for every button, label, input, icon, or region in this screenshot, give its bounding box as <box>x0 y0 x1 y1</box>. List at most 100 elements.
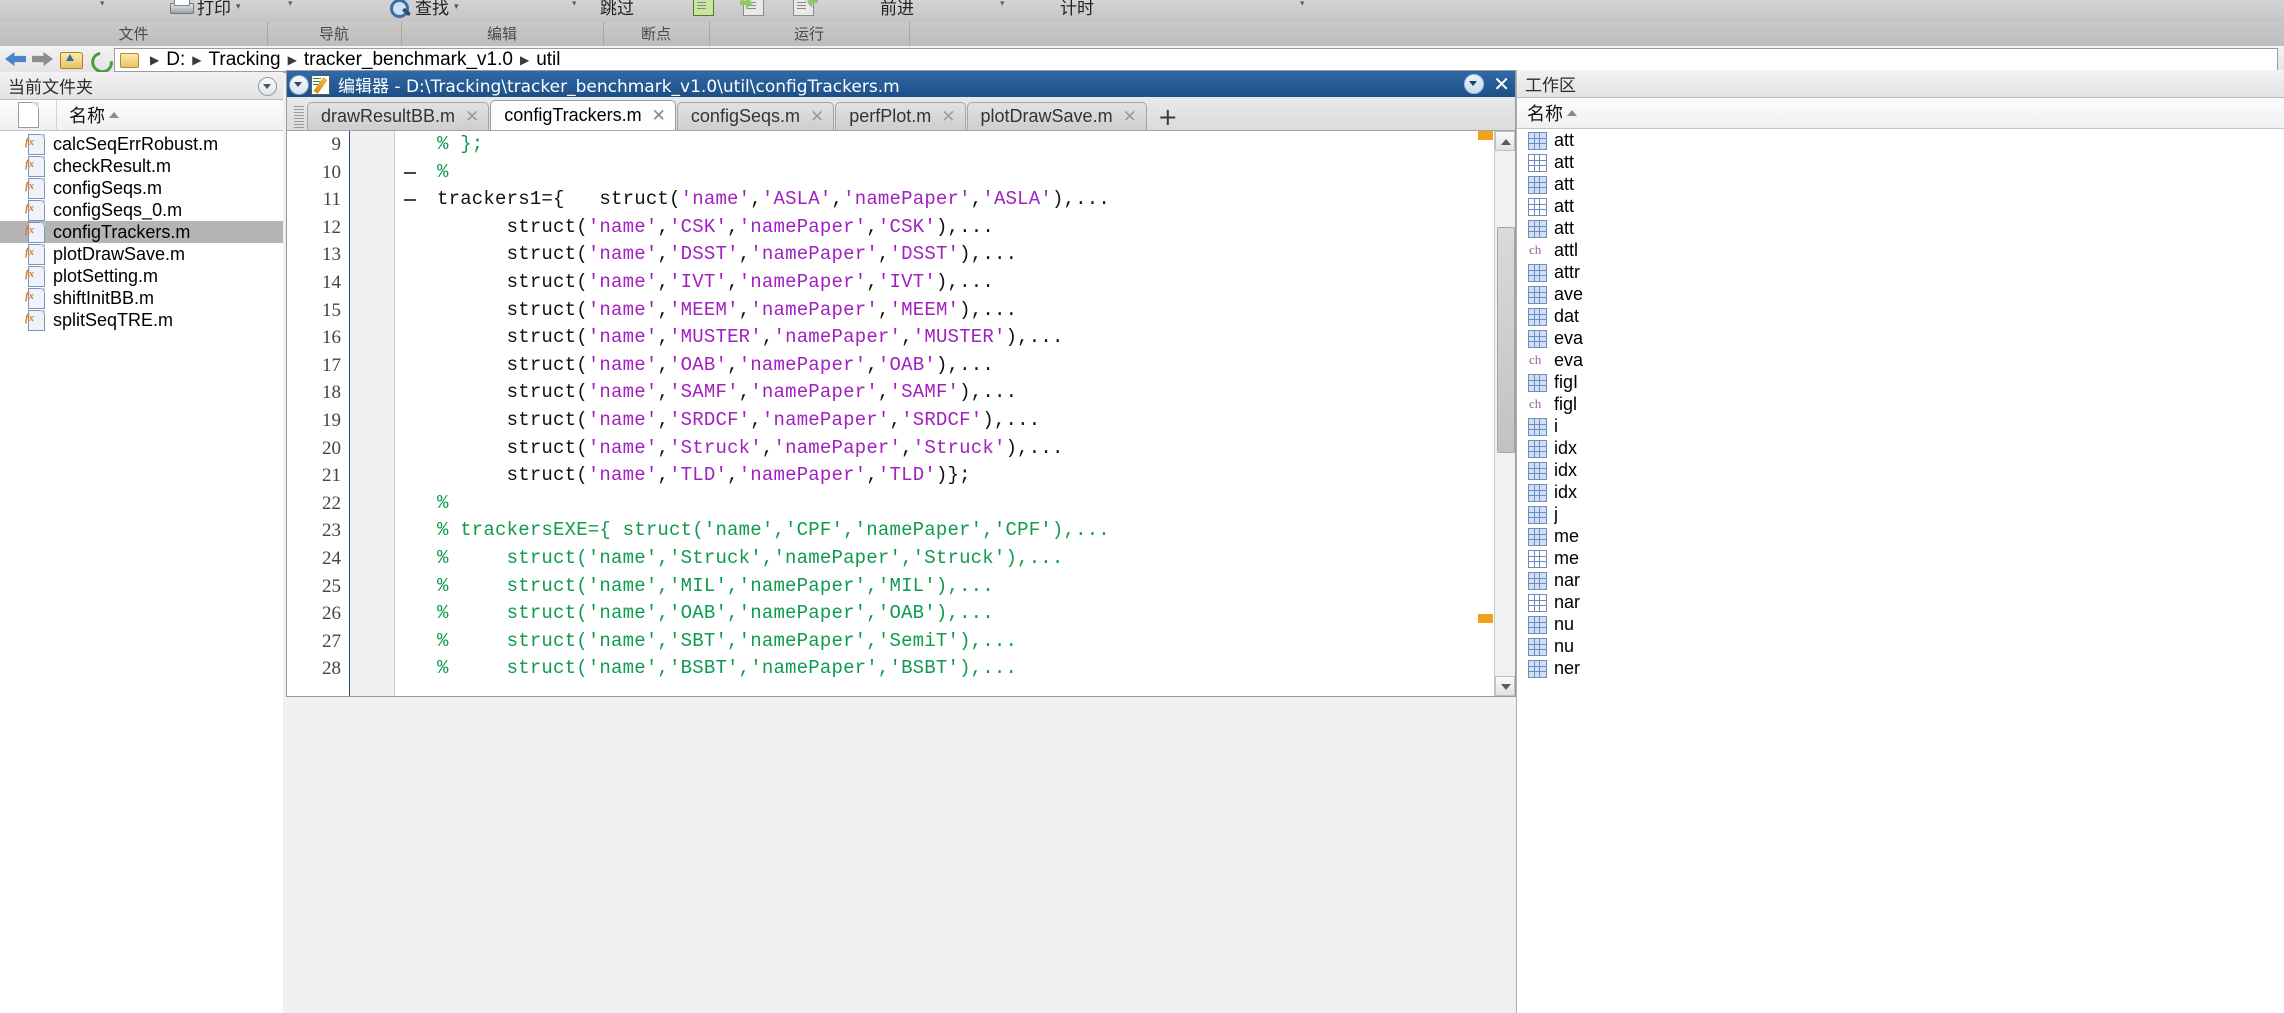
code-token: 'IVT' <box>877 270 936 293</box>
workspace-variable-row[interactable]: dat <box>1517 305 2284 327</box>
ribbon-group-breakpoints[interactable]: 断点 <box>603 22 710 46</box>
close-icon[interactable]: ✕ <box>1123 107 1137 127</box>
workspace-variable-row[interactable]: j <box>1517 503 2284 525</box>
scrollbar-thumb[interactable] <box>1497 227 1515 453</box>
close-icon[interactable]: ✕ <box>941 107 955 127</box>
workspace-variable-row[interactable]: att <box>1517 195 2284 217</box>
file-list-item[interactable]: fx plotDrawSave.m <box>0 243 283 265</box>
workspace-variable-row[interactable]: eva <box>1517 327 2284 349</box>
workspace-variable-row[interactable]: att <box>1517 217 2284 239</box>
workspace-variable-row[interactable]: i <box>1517 415 2284 437</box>
workspace-variable-name: att <box>1554 151 1575 172</box>
breadcrumb-item-util[interactable]: util <box>536 49 560 71</box>
workspace-variable-row[interactable]: nar <box>1517 569 2284 591</box>
breadcrumb-item-benchmark[interactable]: tracker_benchmark_v1.0 <box>304 49 513 71</box>
name-column-header[interactable]: 名称 <box>57 102 119 128</box>
code-fold-column[interactable] <box>350 131 395 696</box>
file-list-item[interactable]: fx splitSeqTRE.m <box>0 309 283 331</box>
line-number: 15 <box>322 299 341 321</box>
chevron-down-icon[interactable]: ▾ <box>454 1 459 12</box>
workspace-variable-row[interactable]: nu <box>1517 613 2284 635</box>
workspace-variable-row[interactable]: nar <box>1517 591 2284 613</box>
file-list-item[interactable]: fx checkResult.m <box>0 155 283 177</box>
chevron-down-icon[interactable]: ▾ <box>288 0 293 9</box>
cell-variable-icon <box>1527 549 1547 568</box>
workspace-variable-row[interactable]: ch attl <box>1517 239 2284 261</box>
chevron-down-icon[interactable]: ▾ <box>1000 0 1005 9</box>
workspace-header: 工作区 <box>1517 70 2284 98</box>
workspace-variable-row[interactable]: att <box>1517 129 2284 151</box>
forward-run-button[interactable]: 前进 <box>880 0 914 19</box>
ribbon-group-run[interactable]: 运行 <box>709 22 910 46</box>
workspace-variable-name: nar <box>1554 591 1581 612</box>
panel-options-icon[interactable] <box>258 77 277 96</box>
workspace-variable-row[interactable]: att <box>1517 151 2284 173</box>
breadcrumb[interactable]: ▶ D: ▶ Tracking ▶ tracker_benchmark_v1.0… <box>114 48 2278 72</box>
workspace-variable-row[interactable]: nu <box>1517 635 2284 657</box>
editor-tab[interactable]: plotDrawSave.m ✕ <box>966 102 1147 130</box>
back-button[interactable] <box>4 48 28 70</box>
close-icon[interactable]: ✕ <box>652 106 666 126</box>
indent-decrease-button[interactable] <box>790 0 818 16</box>
editor-tab[interactable]: configSeqs.m ✕ <box>676 102 835 130</box>
workspace-variable-row[interactable]: idx <box>1517 437 2284 459</box>
workspace-variable-row[interactable]: figI <box>1517 371 2284 393</box>
file-list-item[interactable]: fx configTrackers.m <box>0 221 283 243</box>
code-text[interactable]: % };% trackers1={ struct('name','ASLA','n… <box>427 131 1515 696</box>
code-minimap[interactable] <box>1476 131 1494 696</box>
executable-line-marker[interactable] <box>404 199 416 202</box>
editor-menu-icon[interactable] <box>1464 74 1485 94</box>
indent-increase-button[interactable] <box>740 0 766 16</box>
comment-button[interactable] <box>690 0 716 16</box>
file-list-item[interactable]: fx plotSetting.m <box>0 265 283 287</box>
workspace-variable-row[interactable]: ave <box>1517 283 2284 305</box>
workspace-variable-row[interactable]: attr <box>1517 261 2284 283</box>
workspace-variable-row[interactable]: ch figl <box>1517 393 2284 415</box>
refresh-button[interactable] <box>86 47 118 78</box>
forward-button[interactable] <box>31 48 55 70</box>
print-button[interactable]: 打印 ▾ <box>168 0 241 19</box>
ribbon-group-navigate[interactable]: 导航 <box>267 22 402 46</box>
file-list-item[interactable]: fx shiftInitBB.m <box>0 287 283 309</box>
workspace-variable-row[interactable]: ch eva <box>1517 349 2284 371</box>
close-icon[interactable]: ✕ <box>1493 74 1510 94</box>
workspace-variable-row[interactable]: me <box>1517 525 2284 547</box>
new-tab-button[interactable]: + <box>1148 103 1188 131</box>
chevron-down-icon[interactable]: ▾ <box>100 0 105 9</box>
chevron-down-icon[interactable]: ▾ <box>572 0 577 9</box>
chevron-down-icon[interactable]: ▾ <box>1300 0 1305 9</box>
editor-tab[interactable]: drawResultBB.m ✕ <box>307 102 490 130</box>
file-list-item[interactable]: fx calcSeqErrRobust.m <box>0 133 283 155</box>
breadcrumb-item-drive[interactable]: D: <box>166 49 185 71</box>
up-one-level-button[interactable] <box>58 48 84 70</box>
scroll-up-button[interactable] <box>1495 131 1515 151</box>
workspace-variable-row[interactable]: idx <box>1517 481 2284 503</box>
breakpoint-column[interactable] <box>395 131 427 696</box>
workspace-variable-row[interactable]: idx <box>1517 459 2284 481</box>
file-name: plotDrawSave.m <box>53 243 186 264</box>
file-list-item[interactable]: fx configSeqs_0.m <box>0 199 283 221</box>
file-list-item[interactable]: fx configSeqs.m <box>0 177 283 199</box>
ribbon-group-edit[interactable]: 编辑 <box>401 22 604 46</box>
workspace-name-column-header[interactable]: 名称 <box>1527 100 1577 126</box>
workspace-variable-row[interactable]: att <box>1517 173 2284 195</box>
executable-line-marker[interactable] <box>404 171 416 174</box>
editor-tab[interactable]: perfPlot.m ✕ <box>835 102 966 130</box>
code-area[interactable]: 9 10 11 12 13 14 15 16 17 18 19 20 21 22 23 24 25 26 27 28 … <box>287 131 1515 696</box>
close-icon[interactable]: ✕ <box>810 107 824 127</box>
workspace-variable-row[interactable]: me <box>1517 547 2284 569</box>
ribbon-group-file[interactable]: 文件 <box>0 22 268 46</box>
scroll-down-button[interactable] <box>1495 676 1515 696</box>
workspace-variable-row[interactable]: ner <box>1517 657 2284 679</box>
editor-vertical-scrollbar[interactable] <box>1494 131 1515 696</box>
editor-tab[interactable]: configTrackers.m ✕ <box>490 100 676 130</box>
close-icon[interactable]: ✕ <box>465 107 479 127</box>
tab-bar-grip[interactable] <box>294 106 304 128</box>
editor-dropdown-icon[interactable] <box>289 75 309 95</box>
chevron-down-icon[interactable]: ▾ <box>236 1 241 12</box>
find-button[interactable]: 查找 ▾ <box>388 0 459 19</box>
breadcrumb-item-tracking[interactable]: Tracking <box>208 49 280 71</box>
timing-button[interactable]: 计时 <box>1060 0 1094 19</box>
workspace-variable-name: i <box>1554 415 1558 436</box>
goto-button[interactable]: 跳过 <box>600 0 634 19</box>
